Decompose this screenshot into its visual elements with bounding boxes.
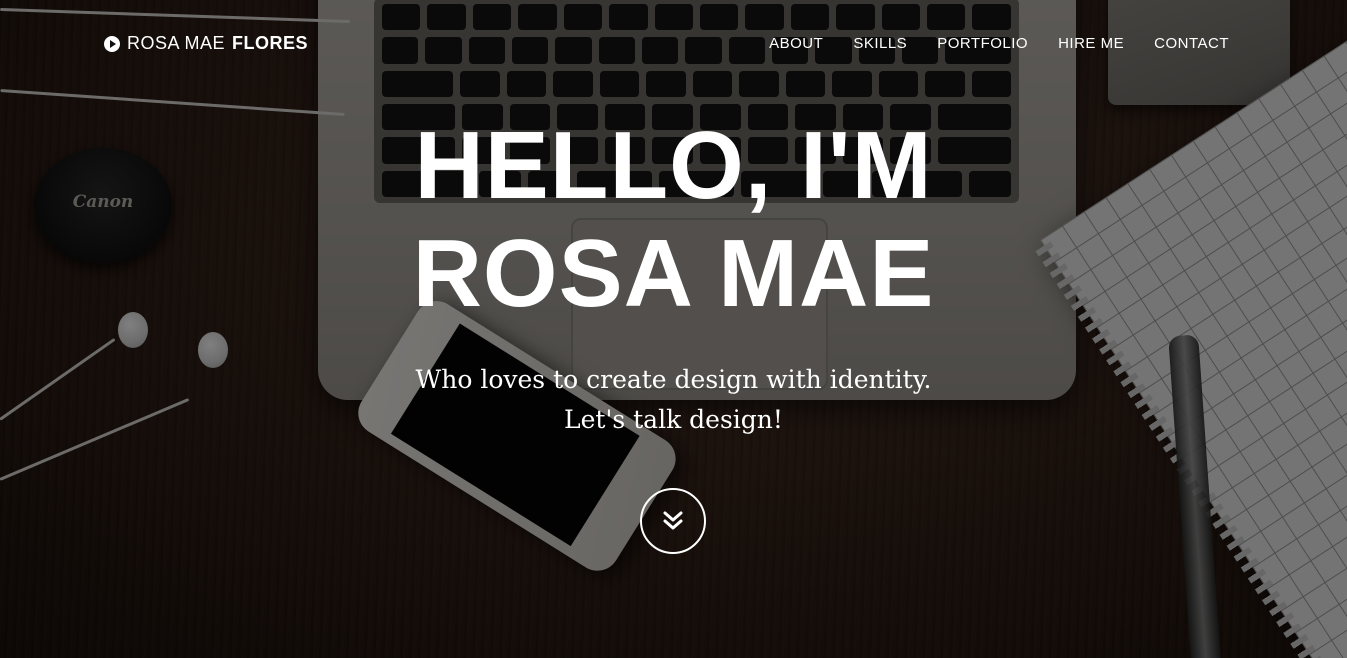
dark-overlay	[0, 0, 1347, 658]
nav-link-portfolio[interactable]: PORTFOLIO	[937, 35, 1028, 52]
hero-subtitle-line-1: Who loves to create design with identity…	[415, 365, 932, 394]
hero-heading-line-2: ROSA MAE	[412, 220, 935, 327]
hero-subtitle: Who loves to create design with identity…	[0, 360, 1347, 440]
hero-heading-line-1: HELLO, I'M	[414, 112, 933, 219]
scroll-down-button[interactable]	[640, 488, 706, 554]
double-chevron-down-icon	[663, 511, 683, 530]
play-circle-icon	[104, 35, 120, 52]
nav-link-hire-me[interactable]: HIRE ME	[1058, 35, 1124, 52]
nav-link-about[interactable]: ABOUT	[769, 35, 823, 52]
main-nav: ABOUT SKILLS PORTFOLIO HIRE ME CONTACT	[769, 35, 1229, 52]
nav-link-skills[interactable]: SKILLS	[853, 35, 907, 52]
brand-logo[interactable]: ROSA MAE FLORES	[104, 33, 308, 54]
hero-subtitle-line-2: Let's talk design!	[564, 405, 783, 434]
hero-heading: HELLO, I'M ROSA MAE	[0, 112, 1347, 328]
nav-link-contact[interactable]: CONTACT	[1154, 35, 1229, 52]
brand-last-name: FLORES	[232, 33, 309, 53]
brand-first-name: ROSA MAE	[127, 33, 226, 53]
background-photo: Canon	[0, 0, 1347, 658]
